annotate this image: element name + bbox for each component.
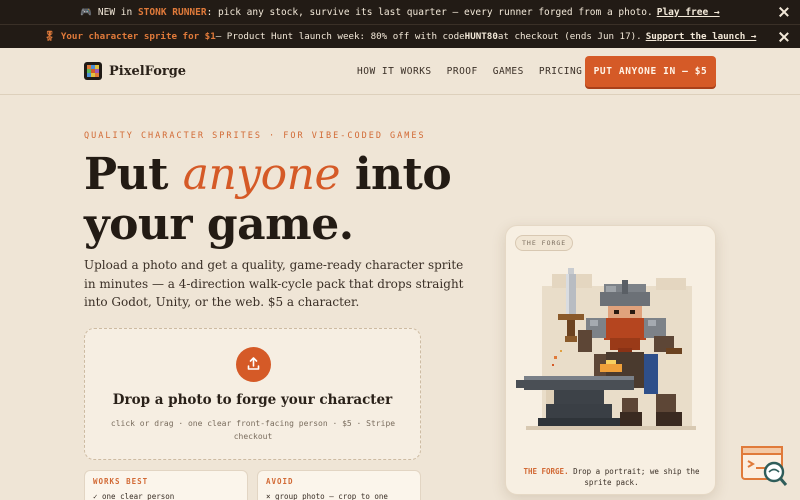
promo-text-after: at checkout (ends Jun 17). [497,31,642,42]
brand-name: PixelForge [109,63,187,79]
brand-logo[interactable]: PixelForge [84,62,186,80]
nav-link-proof[interactable]: PROOF [447,66,478,77]
promo-highlight: 🎖 Your character sprite for $1 [43,31,216,42]
photo-dropzone[interactable]: Drop a photo to forge your character cli… [84,328,421,460]
dropzone-title: Drop a photo to forge your character [112,392,393,408]
support-launch-link[interactable]: Support the launch → [646,31,757,42]
pixel-logo-icon [84,62,102,80]
works-best-item: ✓ one clear person [93,492,175,500]
forge-caption-text: Drop a portrait; we ship the sprite pack… [568,467,700,487]
dropzone-hint: click or drag · one clear front-facing p… [110,419,396,441]
hero-headline: Put anyone into your game. [84,149,452,250]
nav-links: HOW IT WORKS PROOF GAMES PRICING [357,66,582,77]
headline-emphasis: anyone [182,149,341,200]
forge-caption-strong: THE FORGE. [523,467,569,476]
help-widget-icon[interactable] [741,446,789,488]
headline-end: your game. [84,199,354,250]
close-icon[interactable] [778,6,790,18]
announcement-bar-promo: 🎖 Your character sprite for $1 — Product… [0,24,800,48]
works-best-heading: WORKS BEST [93,477,149,486]
headline-mid: into [340,149,452,200]
announcement-text: : pick any stock, survive its last quart… [206,6,653,18]
works-best-card: WORKS BEST ✓ one clear person [84,470,248,500]
upload-icon [247,357,260,370]
promo-text-before: — Product Hunt launch week: 80% off with… [215,31,465,42]
announcement-highlight: STONK RUNNER [137,6,207,18]
upload-button[interactable] [236,347,271,382]
announcement-bar-new-game: 🎮 NEW in STONK RUNNER : pick any stock, … [0,0,800,24]
nav-link-games[interactable]: GAMES [493,66,524,77]
forge-caption: THE FORGE. Drop a portrait; we ship the … [516,466,707,488]
avoid-item: × group photo — crop to one [266,492,388,500]
hero-subtitle: Upload a photo and get a quality, game-r… [84,258,464,309]
chat-search-icon [741,446,788,486]
promo-code: HUNT80 [464,31,498,42]
close-icon[interactable] [778,31,790,43]
avoid-card: AVOID × group photo — crop to one [257,470,421,500]
avoid-heading: AVOID [266,477,294,486]
nav-link-pricing[interactable]: PRICING [539,66,583,77]
forge-preview-card: THE FORGE THE FORGE. Drop a portrait; we… [505,225,716,495]
hero-eyebrow: QUALITY CHARACTER SPRITES · FOR VIBE-COD… [84,131,426,141]
put-anyone-in-button[interactable]: PUT ANYONE IN — $5 [585,56,716,87]
nav-link-how-it-works[interactable]: HOW IT WORKS [357,66,432,77]
headline-start: Put [84,149,183,200]
play-free-link[interactable]: Play free → [657,7,720,18]
dwarf-blacksmith-sprite [516,268,696,430]
announcement-prefix: 🎮 NEW in [80,6,133,18]
